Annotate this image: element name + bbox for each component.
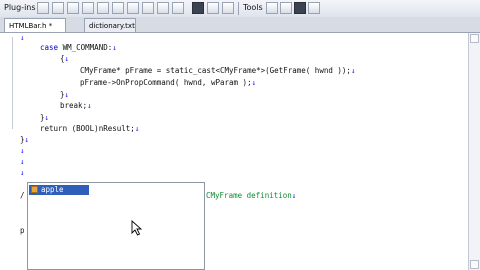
- tab-dictionary-txt[interactable]: dictionary.txt: [84, 18, 136, 32]
- autocomplete-item-label: apple: [41, 185, 64, 194]
- tab-htmlbar-h[interactable]: HTMLBar.h *: [4, 18, 66, 32]
- eol-marker: ↓: [64, 90, 70, 99]
- eol-marker: ↓: [24, 135, 30, 144]
- fold-guide-line: [12, 37, 13, 129]
- eol-marker: ↓: [20, 168, 25, 177]
- eol-marker: ↓: [64, 54, 70, 63]
- vertical-scrollbar[interactable]: [468, 33, 480, 270]
- keyword: case: [40, 43, 59, 52]
- plugin-icon-7[interactable]: [127, 2, 139, 14]
- code-line: case WM_COMMAND:↓: [40, 43, 117, 53]
- mouse-cursor-icon: [131, 220, 143, 236]
- tools-icon-2[interactable]: [280, 2, 292, 14]
- plugin-icon-11[interactable]: [192, 2, 204, 14]
- code-line: /: [20, 191, 25, 201]
- code-text: CMyFrame definition: [206, 191, 292, 200]
- plugin-icon-5[interactable]: [97, 2, 109, 14]
- plugin-icon-3[interactable]: [67, 2, 79, 14]
- code-line: break;↓: [60, 101, 92, 111]
- tab-label: HTMLBar.h *: [9, 22, 53, 30]
- code-text: /: [20, 191, 25, 200]
- eol-marker: ↓: [251, 78, 257, 87]
- code-line: CMyFrame* pFrame = static_cast<CMyFrame*…: [80, 66, 355, 76]
- scroll-up-button[interactable]: [470, 34, 479, 43]
- code-text: WM_COMMAND:: [58, 43, 113, 52]
- plugin-icon-1[interactable]: [37, 2, 49, 14]
- code-text: pFrame->OnPropCommand( hwnd, wParam );: [80, 78, 252, 87]
- eol-marker: ↓: [291, 191, 297, 200]
- code-line: ↓: [20, 168, 25, 178]
- plugin-icon-8[interactable]: [142, 2, 154, 14]
- code-line: ↓: [20, 157, 25, 167]
- code-line: }↓: [40, 113, 49, 123]
- plugin-icon-2[interactable]: [52, 2, 64, 14]
- code-text: break;: [60, 101, 88, 110]
- code-line: {↓: [60, 54, 69, 64]
- tab-bar: HTMLBar.h * dictionary.txt: [0, 17, 480, 33]
- code-line: }↓: [20, 135, 29, 145]
- eol-marker: ↓: [20, 157, 25, 166]
- code-text: return (BOOL)nResult;: [40, 124, 135, 133]
- eol-marker: ↓: [87, 101, 92, 110]
- code-text: p: [20, 226, 25, 235]
- code-line: ↓: [20, 33, 25, 43]
- plugin-icon-12[interactable]: [207, 2, 219, 14]
- code-line: p: [20, 226, 25, 236]
- autocomplete-item[interactable]: apple: [29, 185, 89, 195]
- scroll-down-button[interactable]: [470, 260, 479, 269]
- plugins-menu[interactable]: Plug-ins: [4, 3, 36, 12]
- code-line: pFrame->OnPropCommand( hwnd, wParam );↓: [80, 78, 256, 88]
- plugin-icon-6[interactable]: [112, 2, 124, 14]
- eol-marker: ↓: [350, 66, 356, 75]
- tab-label: dictionary.txt: [89, 22, 135, 30]
- tools-menu[interactable]: Tools: [243, 3, 263, 12]
- plugin-icon-9[interactable]: [157, 2, 169, 14]
- eol-marker: ↓: [134, 124, 140, 133]
- eol-marker: ↓: [112, 43, 117, 52]
- plugin-icon-10[interactable]: [172, 2, 184, 14]
- eol-marker: ↓: [20, 33, 25, 42]
- suggestion-icon: [31, 186, 38, 193]
- tools-icon-4[interactable]: [308, 2, 320, 14]
- eol-marker: ↓: [44, 113, 50, 122]
- toolbar: Plug-ins Tools: [0, 0, 480, 18]
- tools-icon-3[interactable]: [294, 2, 306, 14]
- plugin-icon-13[interactable]: [222, 2, 234, 14]
- code-text: CMyFrame* pFrame = static_cast<CMyFrame*…: [80, 66, 351, 75]
- partial-comment: CMyFrame definition↓: [206, 191, 296, 201]
- eol-marker: ↓: [20, 146, 25, 155]
- code-line: }↓: [60, 90, 69, 100]
- plugin-icon-4[interactable]: [82, 2, 94, 14]
- toolbar-separator: [238, 2, 239, 15]
- autocomplete-popup[interactable]: apple: [27, 182, 205, 270]
- tools-icon-1[interactable]: [266, 2, 278, 14]
- code-line: ↓: [20, 146, 25, 156]
- code-line: return (BOOL)nResult;↓: [40, 124, 139, 134]
